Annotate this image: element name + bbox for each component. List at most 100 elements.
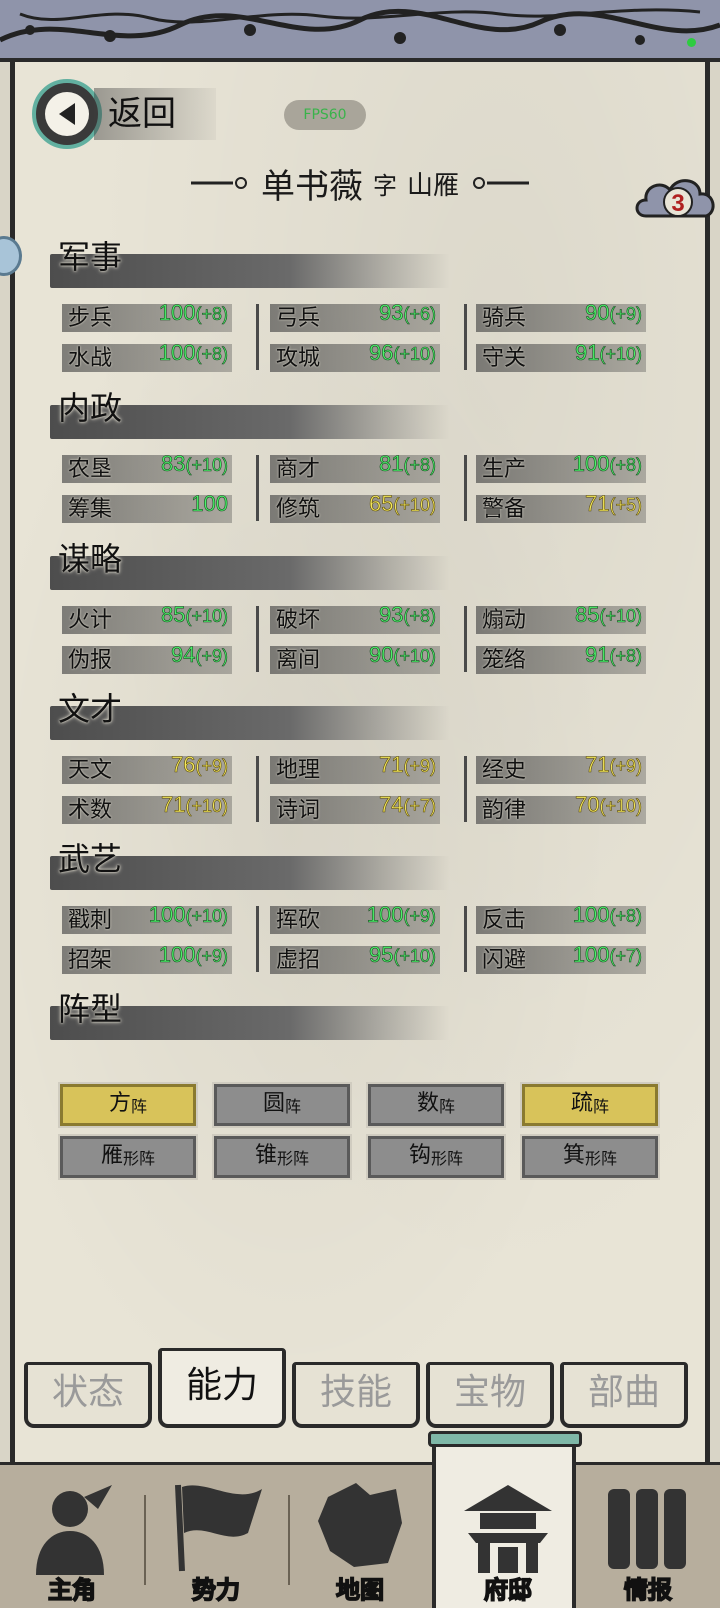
- stat-value-group: 90(+9): [585, 300, 643, 326]
- stat-value: 100: [366, 902, 404, 928]
- sub-tab-bar: 状态 能力 技能 宝物 部曲: [18, 1348, 702, 1432]
- stat-value-group: 91(+8): [585, 642, 643, 668]
- stat-label: 虚招: [276, 948, 321, 973]
- stat-label: 伪报: [68, 648, 113, 673]
- formation-name: 方: [108, 1091, 131, 1116]
- stat-value-group: 100(+9): [158, 942, 228, 968]
- stat-bonus: (+10): [393, 646, 436, 667]
- stat-label: 术数: [68, 798, 113, 823]
- stat-label: 地理: [276, 758, 321, 783]
- stat-bonus: (+5): [609, 495, 642, 516]
- stat-value-group: 100(+9): [366, 902, 436, 928]
- stat-label: 天文: [68, 758, 113, 783]
- stat-label: 弓兵: [276, 306, 321, 331]
- column-divider: [464, 304, 467, 370]
- stat-row: 伪报 94(+9) 离间 90(+10) 笼络 91(+8): [62, 642, 662, 686]
- stat-value-group: 94(+9): [171, 642, 229, 668]
- section-title-text: 谋略: [58, 540, 123, 578]
- stat-value: 65: [368, 491, 394, 517]
- stat-row: 天文 76(+9) 地理 71(+9) 经史 71(+9): [62, 752, 662, 796]
- stat-label: 挥砍: [276, 908, 321, 933]
- notification-cloud-badge[interactable]: 3: [632, 172, 718, 234]
- sub-tab[interactable]: 技能: [292, 1362, 420, 1428]
- section-header: 文才: [50, 690, 450, 740]
- column-divider: [464, 906, 467, 972]
- stat-item: 招架 100(+9): [62, 942, 232, 974]
- stat-value: 95: [368, 942, 394, 968]
- courtesy-name: 山雁: [406, 170, 459, 201]
- stat-row: 术数 71(+10) 诗词 74(+7) 韵律 70(+10): [62, 792, 662, 836]
- section-header: 阵型: [50, 990, 450, 1040]
- nav-item-3[interactable]: 府邸: [428, 1431, 582, 1608]
- formation-suffix: 形阵: [585, 1149, 618, 1168]
- stat-value: 90: [585, 300, 610, 326]
- stat-bonus: (+9): [609, 756, 642, 777]
- stat-value-group: 74(+7): [379, 792, 437, 818]
- stat-value-group: 91(+10): [575, 340, 643, 366]
- formation-button[interactable]: 箕形阵: [520, 1134, 660, 1180]
- nav-item-4[interactable]: 情报: [576, 1465, 720, 1608]
- formation-name: 雁: [100, 1143, 123, 1168]
- stat-value-group: 93(+8): [379, 602, 437, 628]
- nav-item-0[interactable]: 主角: [0, 1465, 144, 1608]
- nav-label: 势力: [191, 1575, 241, 1605]
- formation-button[interactable]: 疏阵: [520, 1082, 660, 1128]
- stat-item: 农垦 83(+10): [62, 451, 232, 483]
- formation-button[interactable]: 锥形阵: [212, 1134, 352, 1180]
- stat-bonus: (+8): [195, 304, 228, 325]
- sub-tab[interactable]: 宝物: [426, 1362, 554, 1428]
- stat-item: 反击 100(+8): [476, 902, 646, 934]
- section-title-text: 文才: [58, 690, 123, 728]
- column-divider: [256, 756, 259, 822]
- stat-bonus: (+9): [195, 756, 228, 777]
- stat-value: 100: [158, 300, 196, 326]
- stat-label: 离间: [276, 648, 321, 673]
- stat-bonus: (+7): [403, 796, 436, 817]
- stat-value: 81: [379, 451, 404, 477]
- column-divider: [464, 606, 467, 672]
- formation-button[interactable]: 数阵: [366, 1082, 506, 1128]
- formation-button[interactable]: 圆阵: [212, 1082, 352, 1128]
- stat-bonus: (+8): [609, 646, 642, 667]
- stat-row: 火计 85(+10) 破坏 93(+8) 煽动 85(+10): [62, 602, 662, 646]
- back-label: 返回: [94, 88, 216, 140]
- stat-item: 笼络 91(+8): [476, 642, 646, 674]
- nav-item-1[interactable]: 势力: [144, 1465, 288, 1608]
- stat-value-group: 93(+6): [379, 300, 437, 326]
- active-tab-roof: [428, 1431, 582, 1447]
- stat-label: 修筑: [276, 497, 321, 522]
- sub-tab[interactable]: 状态: [24, 1362, 152, 1428]
- stat-bonus: (+10): [185, 455, 228, 476]
- stat-value-group: 100(+7): [572, 942, 642, 968]
- stat-value: 70: [574, 792, 600, 818]
- stat-item: 守关 91(+10): [476, 340, 646, 372]
- nav-item-2[interactable]: 地图: [288, 1465, 432, 1608]
- formation-suffix: 阵: [439, 1097, 456, 1116]
- column-divider: [464, 455, 467, 521]
- fps-counter: FPS60: [284, 100, 366, 130]
- stat-bonus: (+9): [195, 946, 228, 967]
- stat-item: 天文 76(+9): [62, 752, 232, 784]
- vine-pattern-icon: [0, 8, 720, 45]
- stat-item: 骑兵 90(+9): [476, 300, 646, 332]
- sub-tab[interactable]: 部曲: [560, 1362, 688, 1428]
- stat-item: 商才 81(+8): [270, 451, 440, 483]
- stat-item: 火计 85(+10): [62, 602, 232, 634]
- stat-value: 83: [160, 451, 186, 477]
- section-title-text: 军事: [58, 238, 123, 276]
- formation-button[interactable]: 钩形阵: [366, 1134, 506, 1180]
- stat-value: 91: [585, 642, 610, 668]
- stat-bonus: (+10): [599, 344, 642, 365]
- stat-row: 招架 100(+9) 虚招 95(+10) 闪避 100(+7): [62, 942, 662, 986]
- stat-value: 94: [171, 642, 196, 668]
- stat-label: 守关: [482, 346, 527, 371]
- column-divider: [256, 455, 259, 521]
- stat-label: 经史: [482, 758, 527, 783]
- back-button[interactable]: 返回: [32, 78, 242, 150]
- formation-name: 数: [416, 1091, 439, 1116]
- formation-button[interactable]: 雁形阵: [58, 1134, 198, 1180]
- sub-tab[interactable]: 能力: [158, 1348, 286, 1428]
- stat-bonus: (+10): [185, 606, 228, 627]
- stat-value: 100: [572, 942, 610, 968]
- formation-button[interactable]: 方阵: [58, 1082, 198, 1128]
